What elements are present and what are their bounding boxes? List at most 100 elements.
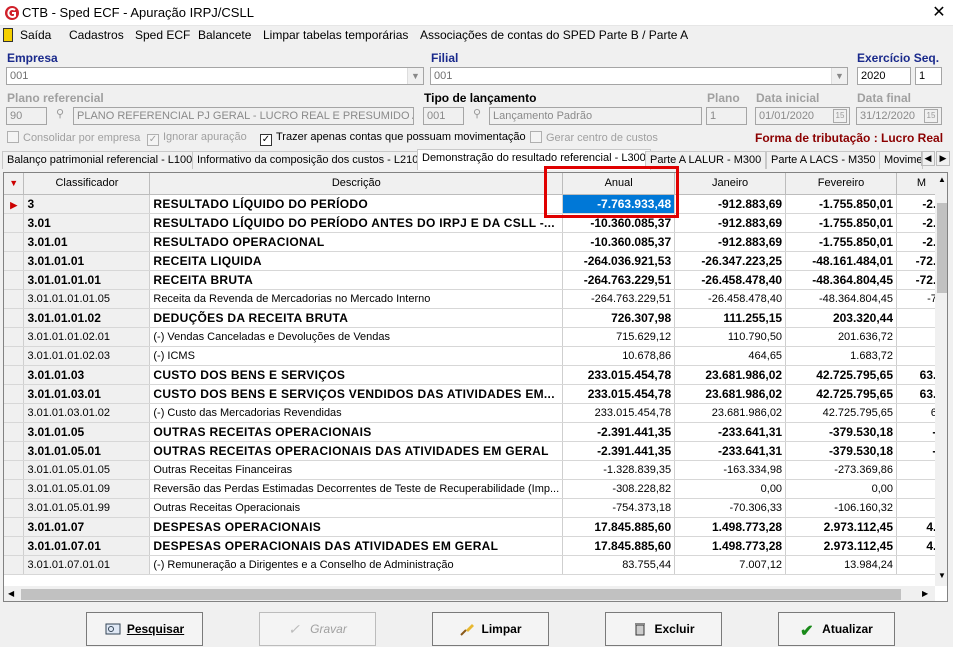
table-row[interactable]: 3.01.01.05.01 OUTRAS RECEITAS OPERACIONAI… [4,441,947,461]
cell-descricao[interactable]: RECEITA LIQUIDA [149,251,564,271]
table-row[interactable]: 3.01.01.01.02.01 (-) Vendas Canceladas e … [4,327,947,347]
table-row[interactable]: 3.01.01.01.02.03 (-) ICMS 10.678,86 464,65 1… [4,346,947,366]
cell-fevereiro[interactable]: 42.725.795,65 [785,384,897,404]
cell-descricao[interactable]: CUSTO DOS BENS E SERVIÇOS VENDIDOS DAS A… [149,384,564,404]
cell-anual[interactable]: 715.629,12 [562,327,676,347]
cell-fevereiro[interactable]: -48.161.484,01 [785,251,897,271]
cell-classificador[interactable]: 3.01.01.07.01.01 [23,555,151,575]
cell-anual[interactable]: -10.360.085,37 [562,232,676,252]
limpar-button[interactable]: Limpar [432,612,549,646]
cell-fevereiro[interactable]: -273.369,86 [785,460,897,480]
cell-fevereiro[interactable]: -1.755.850,01 [785,213,897,233]
cell-anual[interactable]: 83.755,44 [562,555,676,575]
empresa-select[interactable]: 001 [6,67,424,85]
col-header-classificador[interactable]: Classificador [23,173,151,195]
cell-classificador[interactable]: 3.01.01.03 [23,365,151,385]
horizontal-scroll-thumb[interactable] [21,589,901,600]
cell-janeiro[interactable]: 110.790,50 [674,327,787,347]
cell-fevereiro[interactable]: 1.683,72 [785,346,897,366]
cell-descricao[interactable]: RESULTADO LÍQUIDO DO PERÍODO ANTES DO IR… [149,213,564,233]
cell-descricao[interactable]: (-) Remuneração a Dirigentes e a Conselh… [149,555,564,575]
cell-classificador[interactable]: 3.01.01.05.01.05 [23,460,151,480]
cell-fevereiro[interactable]: -106.160,32 [785,498,897,518]
cell-anual[interactable]: 10.678,86 [562,346,676,366]
cell-janeiro[interactable]: -26.458.478,40 [674,289,787,309]
cell-descricao[interactable]: (-) ICMS [149,346,564,366]
vertical-scrollbar[interactable]: ▲ ▼ [935,173,947,586]
cell-classificador[interactable]: 3.01.01.01.02.03 [23,346,151,366]
cell-descricao[interactable]: DESPESAS OPERACIONAIS [149,517,564,537]
table-row[interactable]: 3.01.01.01.02 DEDUÇÕES DA RECEITA BRUTA 72… [4,308,947,328]
cell-fevereiro[interactable]: -379.530,18 [785,422,897,442]
row-indicator[interactable] [4,498,25,518]
row-indicator[interactable] [4,346,25,366]
cell-classificador[interactable]: 3.01.01.05.01.99 [23,498,151,518]
menu-sped-ecf[interactable]: Sped ECF [135,28,190,42]
cell-classificador[interactable]: 3.01 [23,213,151,233]
cell-classificador[interactable]: 3.01.01.07.01 [23,536,151,556]
horizontal-scrollbar[interactable]: ◀ ▶ [4,586,935,601]
cell-classificador[interactable]: 3.01.01.03.01.02 [23,403,151,423]
scroll-right-icon[interactable]: ▶ [922,589,928,598]
col-header-fevereiro[interactable]: Fevereiro [785,173,897,195]
row-indicator[interactable] [4,365,25,385]
cell-fevereiro[interactable]: 42.725.795,65 [785,365,897,385]
pesquisar-button[interactable]: Pesquisar [86,612,203,646]
cell-janeiro[interactable]: -26.347.223,25 [674,251,787,271]
cell-fevereiro[interactable]: 42.725.795,65 [785,403,897,423]
row-indicator[interactable] [4,251,25,271]
row-indicator[interactable] [4,555,25,575]
row-indicator[interactable] [4,403,25,423]
cell-classificador[interactable]: 3.01.01.05 [23,422,151,442]
table-row[interactable]: 3.01.01.03 CUSTO DOS BENS E SERVIÇOS 233.0… [4,365,947,385]
cell-fevereiro[interactable]: -48.364.804,45 [785,289,897,309]
cell-classificador[interactable]: 3.01.01.01.01.05 [23,289,151,309]
cell-janeiro[interactable]: 1.498.773,28 [674,517,787,537]
cell-fevereiro[interactable]: 0,00 [785,479,897,499]
table-row[interactable]: 3.01.01.05 OUTRAS RECEITAS OPERACIONAIS -2… [4,422,947,442]
cell-descricao[interactable]: Outras Receitas Financeiras [149,460,564,480]
table-row[interactable]: 3.01.01.05.01.09 Reversão das Perdas Esti… [4,479,947,499]
row-indicator[interactable] [4,232,25,252]
tab-l100[interactable]: Balanço patrimonial referencial - L100 [2,151,198,169]
cell-classificador[interactable]: 3 [23,194,151,214]
table-row[interactable]: 3.01.01.03.01.02 (-) Custo das Mercadoria… [4,403,947,423]
cell-anual[interactable]: -264.763.229,51 [562,289,676,309]
cell-anual[interactable]: -1.328.839,35 [562,460,676,480]
excluir-button[interactable]: Excluir [605,612,722,646]
cell-anual[interactable]: 726.307,98 [562,308,676,328]
cell-descricao[interactable]: OUTRAS RECEITAS OPERACIONAIS [149,422,564,442]
cell-classificador[interactable]: 3.01.01.01 [23,251,151,271]
cell-fevereiro[interactable]: -1.755.850,01 [785,194,897,214]
cell-janeiro[interactable]: -912.883,69 [674,213,787,233]
cell-anual[interactable]: -264.763.229,51 [562,270,676,290]
cell-descricao[interactable]: Receita da Revenda de Mercadorias no Mer… [149,289,564,309]
cell-janeiro[interactable]: -163.334,98 [674,460,787,480]
cell-fevereiro[interactable]: -1.755.850,01 [785,232,897,252]
table-row[interactable]: 3.01.01.01.01.05 Receita da Revenda de Me… [4,289,947,309]
cell-descricao[interactable]: Reversão das Perdas Estimadas Decorrente… [149,479,564,499]
vertical-scroll-thumb[interactable] [937,203,947,293]
cell-janeiro[interactable]: 0,00 [674,479,787,499]
tab-movimento[interactable]: Movime [879,151,923,169]
row-indicator[interactable] [4,422,25,442]
col-header-descricao[interactable]: Descrição [149,173,564,195]
table-row[interactable]: 3.01 RESULTADO LÍQUIDO DO PERÍODO ANTES D… [4,213,947,233]
cell-classificador[interactable]: 3.01.01 [23,232,151,252]
cell-anual[interactable]: -264.036.921,53 [562,251,676,271]
table-row[interactable]: ▶ 3 RESULTADO LÍQUIDO DO PERÍODO -7.763.933… [4,194,947,214]
cell-descricao[interactable]: RESULTADO LÍQUIDO DO PERÍODO [149,194,564,214]
result-grid[interactable]: ▼ Classificador Descrição Anual Janeiro … [3,172,948,602]
menu-cadastros[interactable]: Cadastros [69,28,124,42]
cell-anual[interactable]: 233.015.454,78 [562,365,676,385]
tab-scroll-right-icon[interactable]: ▶ [936,151,950,166]
cell-fevereiro[interactable]: -48.364.804,45 [785,270,897,290]
cell-janeiro[interactable]: -912.883,69 [674,194,787,214]
cell-descricao[interactable]: (-) Vendas Canceladas e Devoluções de Ve… [149,327,564,347]
tab-m350[interactable]: Parte A LACS - M350 [766,151,881,169]
exercicio-year-input[interactable]: 2020 [857,67,911,85]
cell-janeiro[interactable]: -26.458.478,40 [674,270,787,290]
cell-fevereiro[interactable]: 203.320,44 [785,308,897,328]
table-row[interactable]: 3.01.01.01.01 RECEITA BRUTA -264.763.229,5… [4,270,947,290]
cell-descricao[interactable]: RECEITA BRUTA [149,270,564,290]
